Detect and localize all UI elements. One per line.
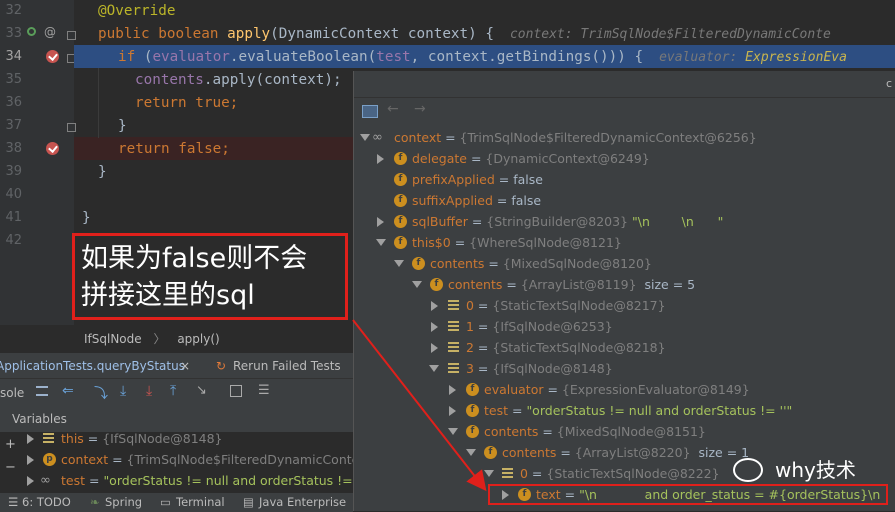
annotation-arrow	[352, 319, 487, 492]
wechat-logo-icon	[733, 458, 763, 482]
watermark-text: why技术	[775, 458, 856, 482]
watermark: why技术	[727, 452, 895, 488]
